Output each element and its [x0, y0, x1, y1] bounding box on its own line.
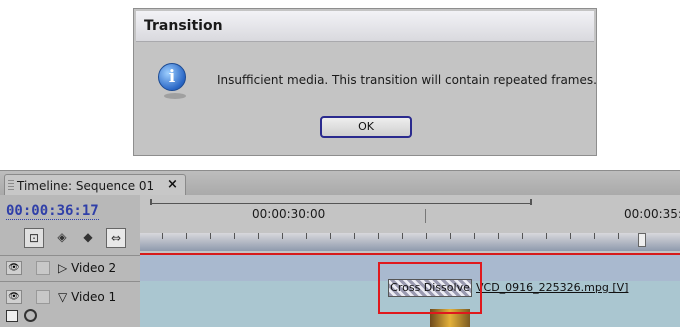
tab-timeline-sequence[interactable]: Timeline: Sequence 01 ×	[4, 174, 186, 197]
time-ruler[interactable]: 00:00:30:00 00:00:35:	[140, 195, 680, 253]
track-header: 👁 ▷ Video 2	[0, 255, 140, 281]
transition-dialog: Transition i Insufficient media. This tr…	[133, 8, 597, 156]
track-video-2: 👁 ▷ Video 2	[0, 255, 680, 281]
dialog-title-bar[interactable]: Transition	[136, 11, 594, 42]
keyframe-icon[interactable]: ◆	[78, 228, 98, 248]
grip-icon[interactable]	[8, 180, 14, 192]
track-name: ▷ Video 2	[58, 261, 117, 275]
clip-name[interactable]: VCD_0916_225326.mpg [V]	[476, 281, 628, 294]
ruler-strip[interactable]	[140, 233, 680, 251]
timeline-panel: Timeline: Sequence 01 × 00:00:36:17 ⊡ ◈ …	[0, 170, 680, 327]
work-area-bar[interactable]	[150, 199, 532, 208]
display-style-icon[interactable]	[6, 310, 18, 322]
tab-strip: Timeline: Sequence 01 ×	[0, 170, 680, 197]
ruler-time-label: 00:00:30:00	[252, 207, 326, 221]
track-name: ▽ Video 1	[58, 290, 117, 304]
ok-button[interactable]: OK	[320, 116, 412, 138]
track-header: 👁 ▽ Video 1	[0, 281, 140, 327]
info-icon-shadow	[164, 93, 186, 99]
dialog-message: Insufficient media. This transition will…	[217, 73, 597, 87]
tab-label: Timeline: Sequence 01	[17, 179, 155, 193]
eye-icon[interactable]: 👁	[6, 290, 22, 304]
snap-icon[interactable]: ⊡	[24, 228, 44, 248]
ruler-time-label: 00:00:35:	[624, 207, 680, 221]
close-icon[interactable]: ×	[167, 177, 178, 192]
info-icon: i	[158, 63, 186, 91]
keyframe-toggle-icon[interactable]	[24, 309, 37, 322]
dialog-title: Transition	[144, 18, 223, 34]
sequence-marker-icon[interactable]: ⇔	[106, 228, 126, 248]
current-timecode[interactable]: 00:00:36:17	[6, 203, 99, 220]
lock-icon[interactable]	[36, 261, 50, 275]
eye-icon[interactable]: 👁	[6, 261, 22, 275]
highlight-box	[378, 262, 482, 314]
ruler-tick	[425, 209, 426, 223]
lock-icon[interactable]	[36, 290, 50, 304]
marker-icon[interactable]: ◈	[52, 228, 72, 248]
